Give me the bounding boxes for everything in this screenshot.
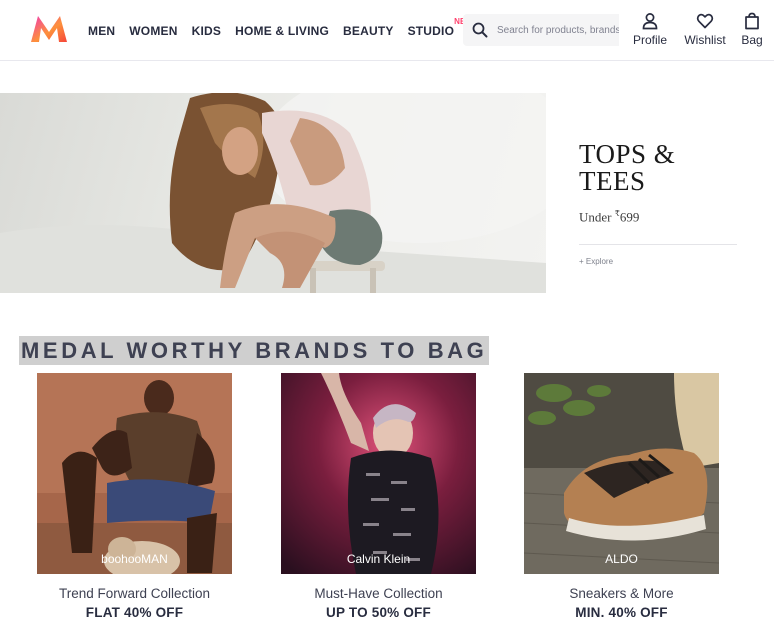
banner-divider bbox=[579, 244, 737, 246]
nav-item-women[interactable]: WOMEN bbox=[129, 24, 177, 38]
top-header: MEN WOMEN KIDS HOME & LIVING BEAUTY STUD… bbox=[0, 0, 774, 61]
search-input[interactable] bbox=[497, 24, 619, 36]
banner-subtitle-prefix: Under bbox=[579, 209, 615, 225]
card-title: Trend Forward Collection bbox=[58, 586, 211, 601]
nav-item-beauty[interactable]: BEAUTY bbox=[343, 24, 394, 38]
myntra-logo[interactable] bbox=[29, 14, 69, 44]
explore-link[interactable]: + Explore bbox=[579, 257, 737, 266]
brand-card-aldo[interactable]: ALDO Sneakers & More MIN. 40% OFF bbox=[524, 373, 719, 620]
profile-icon bbox=[642, 13, 658, 30]
nav-item-home-living[interactable]: HOME & LIVING bbox=[235, 24, 329, 38]
brand-logo-text: boohooMAN bbox=[101, 552, 168, 566]
wishlist-button[interactable]: Wishlist bbox=[682, 12, 728, 47]
section-heading: MEDAL WORTHY BRANDS TO BAG bbox=[19, 336, 490, 365]
main-nav: MEN WOMEN KIDS HOME & LIVING BEAUTY STUD… bbox=[88, 0, 473, 61]
brand-card-boohooman[interactable]: boohooMAN Trend Forward Collection FLAT … bbox=[37, 373, 232, 620]
brand-card-image[interactable]: boohooMAN bbox=[37, 373, 232, 574]
banner-title: TOPS & TEES bbox=[579, 139, 676, 196]
bag-button[interactable]: Bag bbox=[740, 12, 764, 47]
bag-label: Bag bbox=[741, 33, 763, 47]
card-title: Must-Have Collection bbox=[314, 586, 443, 601]
banner-promo[interactable]: TOPS & TEES Under ₹699 + Explore bbox=[579, 141, 737, 266]
banner-subtitle: Under ₹699 bbox=[579, 209, 737, 225]
wishlist-label: Wishlist bbox=[684, 33, 726, 47]
nav-item-studio-label: STUDIO bbox=[407, 23, 455, 38]
nav-item-men[interactable]: MEN bbox=[88, 24, 115, 38]
brand-card-calvin-klein[interactable]: Calvin Klein Must-Have Collection UP TO … bbox=[281, 373, 476, 620]
card-title: Sneakers & More bbox=[569, 586, 674, 601]
brand-logo-text: ALDO bbox=[605, 552, 638, 566]
card-offer: UP TO 50% OFF bbox=[326, 605, 431, 620]
heart-icon bbox=[696, 13, 714, 29]
brand-card-image[interactable]: ALDO bbox=[524, 373, 719, 574]
hero-banner-image[interactable] bbox=[0, 93, 546, 293]
brand-logo-text: Calvin Klein bbox=[346, 552, 411, 566]
profile-label: Profile bbox=[632, 33, 667, 47]
header-actions: Profile Wishlist Bag bbox=[630, 12, 764, 47]
nav-item-studio[interactable]: STUDIO NEW bbox=[407, 17, 473, 38]
nav-item-kids[interactable]: KIDS bbox=[192, 24, 221, 38]
profile-button[interactable]: Profile bbox=[630, 12, 670, 47]
banner-price: 699 bbox=[619, 209, 640, 225]
card-offer: FLAT 40% OFF bbox=[85, 605, 184, 620]
brand-card-image[interactable]: Calvin Klein bbox=[281, 373, 476, 574]
search-icon[interactable] bbox=[463, 14, 497, 46]
bag-icon bbox=[745, 12, 759, 30]
search-bar[interactable] bbox=[463, 14, 619, 46]
card-offer: MIN. 40% OFF bbox=[575, 605, 668, 620]
